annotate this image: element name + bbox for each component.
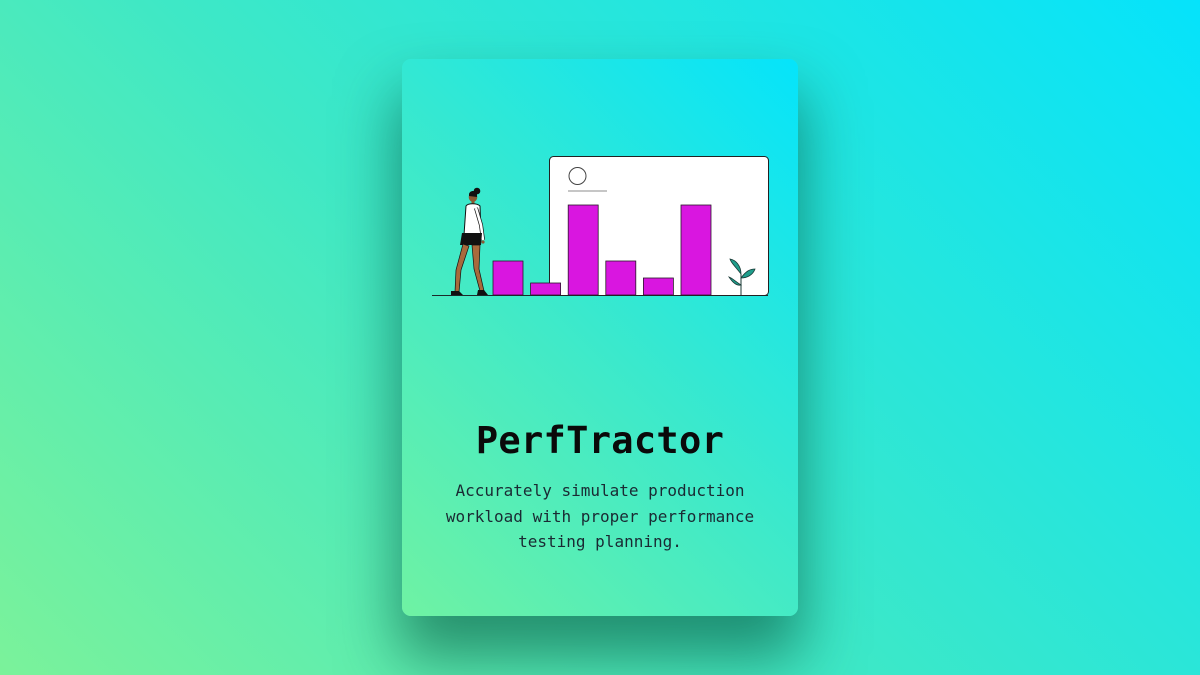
chart-bar-2	[530, 282, 562, 296]
performance-illustration	[432, 156, 769, 296]
product-card: PerfTractor Accurately simulate producti…	[402, 59, 798, 616]
chart-bar-6	[680, 204, 712, 296]
avatar-circle-icon	[568, 167, 587, 185]
chart-bar-4	[605, 260, 637, 296]
product-description: Accurately simulate production workload …	[445, 481, 755, 551]
chart-bar-5	[642, 277, 674, 296]
walking-person-figure	[451, 187, 488, 295]
chart-bar-1	[492, 260, 524, 296]
product-title: PerfTractor	[475, 419, 725, 462]
chart-bar-3	[567, 204, 599, 296]
